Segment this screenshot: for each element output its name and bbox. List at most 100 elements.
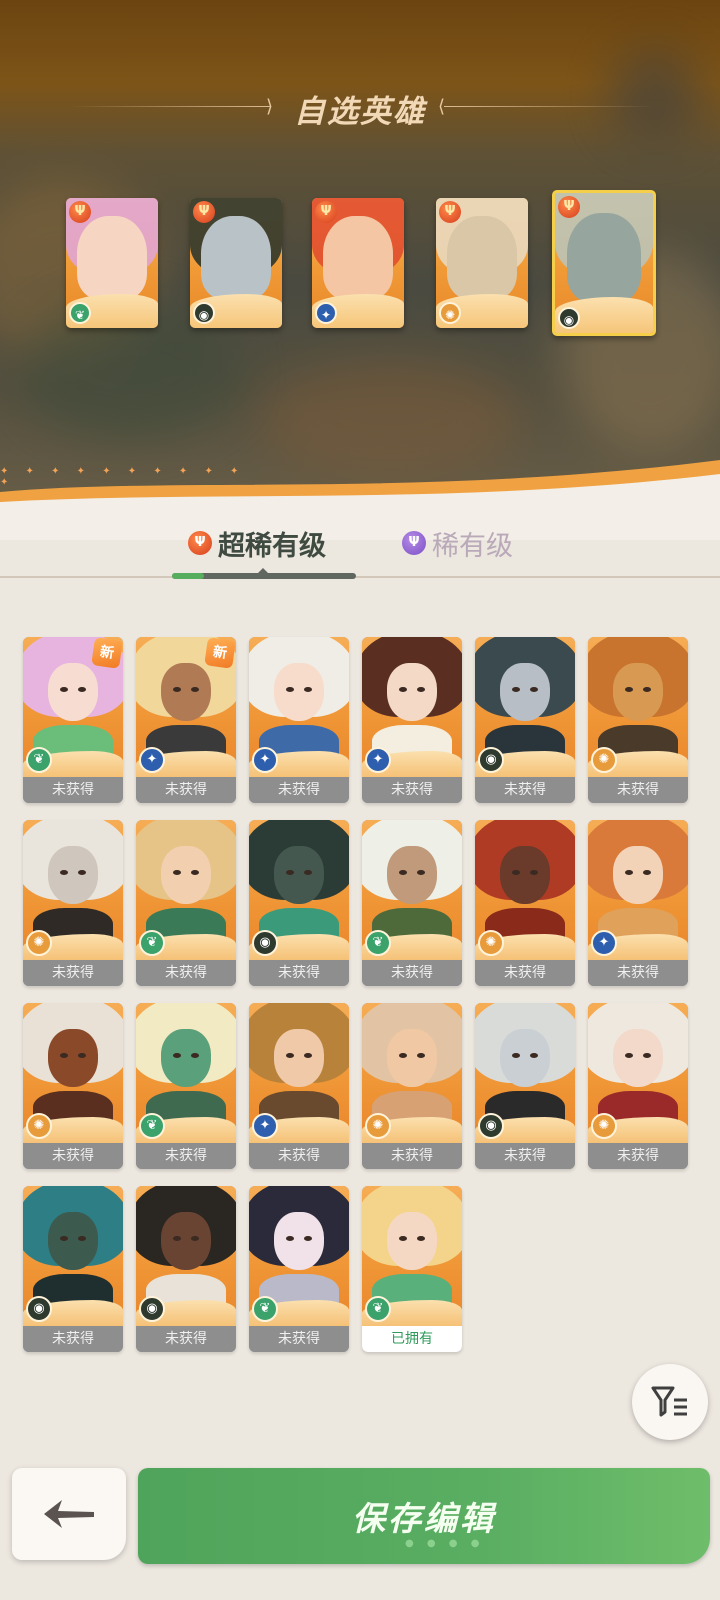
forest-faction-icon: ❦ [365,930,391,956]
hero-card[interactable]: ✦ 未获得 [588,820,688,986]
hero-face [500,663,550,721]
dark-icon: ◉ [193,302,215,324]
purple-rank-icon: Ψ [402,531,426,555]
hero-eye [625,687,633,692]
dark-faction-icon: ◉ [139,1296,165,1322]
hero-portrait: ❦ [136,820,236,960]
hero-card[interactable]: ✺ 未获得 [23,820,123,986]
hero-portrait: ✺ [588,1003,688,1143]
trident-rank-icon: Ψ [69,201,91,223]
hero-eye [304,687,312,692]
hero-eye [417,1053,425,1058]
hero-eye [173,1236,181,1241]
hero-eye [417,1236,425,1241]
hero-eye [191,1053,199,1058]
hero-eye [417,687,425,692]
trident-rank-icon: Ψ [188,531,212,555]
trident-rank-icon: Ψ [558,196,580,218]
hero-face [48,1029,98,1087]
hero-face [613,663,663,721]
hero-status: 未获得 [23,1143,123,1169]
hero-portrait-red-hair-icon [323,216,393,300]
hero-eye [625,870,633,875]
sun-icon: ✺ [439,302,461,324]
hero-portrait-dark-hair-icon [201,216,271,300]
hero-eye [191,870,199,875]
hero-eye [512,1053,520,1058]
hero-portrait: ❦ [362,1186,462,1326]
light-faction-icon: ✦ [252,747,278,773]
hero-status: 未获得 [362,777,462,803]
hero-status: 未获得 [136,777,236,803]
hero-status: 未获得 [249,1326,349,1352]
hero-card[interactable]: ❦ 未获得 [136,1003,236,1169]
hero-card[interactable]: ✦ 未获得 [249,637,349,803]
forest-faction-icon: ❦ [252,1296,278,1322]
dark-icon: ◉ [558,307,580,329]
hero-card[interactable]: ✺ 未获得 [588,637,688,803]
hero-portrait: ✺ [475,820,575,960]
hero-card[interactable]: ❦ 未获得 [136,820,236,986]
save-edit-label: 保存编辑 [352,1499,496,1538]
hero-card[interactable]: ◉ 未获得 [475,1003,575,1169]
hero-card[interactable]: ◉ 未获得 [136,1186,236,1352]
hero-card[interactable]: ✺ 未获得 [588,1003,688,1169]
hero-eye [304,870,312,875]
hero-card[interactable]: ✺ 未获得 [362,1003,462,1169]
hero-portrait: ✦ [362,637,462,777]
tab-super-rare[interactable]: Ψ 超稀有级 [188,523,326,563]
hero-card[interactable]: ✦ 未获得 [249,1003,349,1169]
hero-eye [286,1053,294,1058]
hero-eye [173,1053,181,1058]
hero-card[interactable]: ✦ 未获得 [362,637,462,803]
tab-rare[interactable]: Ψ 稀有级 [402,523,513,563]
selected-hero-card[interactable]: Ψ ❦ [66,198,158,328]
hero-card[interactable]: ✺ 未获得 [23,1003,123,1169]
hero-card[interactable]: ✦ 未获得 新 [136,637,236,803]
hero-eye [60,1053,68,1058]
hero-card[interactable]: ❦ 未获得 [362,820,462,986]
filter-button[interactable] [632,1364,708,1440]
hero-eye [417,870,425,875]
hero-status: 未获得 [588,1143,688,1169]
hero-portrait-crowned-warrior-icon [566,212,642,303]
hero-status: 未获得 [23,1326,123,1352]
hero-eye [173,687,181,692]
forest-faction-icon: ❦ [26,747,52,773]
trident-rank-icon: Ψ [439,201,461,223]
selected-hero-card[interactable]: Ψ ✺ [436,198,528,328]
hero-face [274,663,324,721]
hero-face [613,1029,663,1087]
hero-portrait: ❦ [362,820,462,960]
hero-card[interactable]: ❦ 已拥有 [362,1186,462,1352]
hero-status: 未获得 [475,777,575,803]
title-row: ⟩ 自选英雄 ⟨ [0,86,720,130]
hero-portrait-beast-icon [447,216,517,300]
hero-card[interactable]: ◉ 未获得 [475,637,575,803]
hero-face [387,846,437,904]
hero-eye [399,1236,407,1241]
hero-card[interactable]: ❦ 未获得 [249,1186,349,1352]
hero-eye [304,1053,312,1058]
hero-eye [399,870,407,875]
selected-hero-card[interactable]: Ψ ◉ [190,198,282,328]
hero-face [613,846,663,904]
hero-card[interactable]: ❦ 未获得 新 [23,637,123,803]
hero-eye [78,870,86,875]
selected-hero-card[interactable]: Ψ ✦ [312,198,404,328]
save-edit-button[interactable]: 保存编辑 [138,1468,710,1564]
trident-rank-icon: Ψ [193,201,215,223]
back-button[interactable] [12,1468,126,1560]
hero-card[interactable]: ◉ 未获得 [23,1186,123,1352]
hero-eye [530,1053,538,1058]
hero-portrait: ◉ [249,820,349,960]
sun-faction-icon: ✺ [591,1113,617,1139]
hero-card[interactable]: ✺ 未获得 [475,820,575,986]
hero-eye [286,1236,294,1241]
hero-card[interactable]: ◉ 未获得 [249,820,349,986]
hero-portrait: ◉ [475,637,575,777]
hero-face [161,846,211,904]
hero-status: 未获得 [475,960,575,986]
hero-status: 未获得 [475,1143,575,1169]
selected-hero-card[interactable]: Ψ ◉ [552,190,656,336]
